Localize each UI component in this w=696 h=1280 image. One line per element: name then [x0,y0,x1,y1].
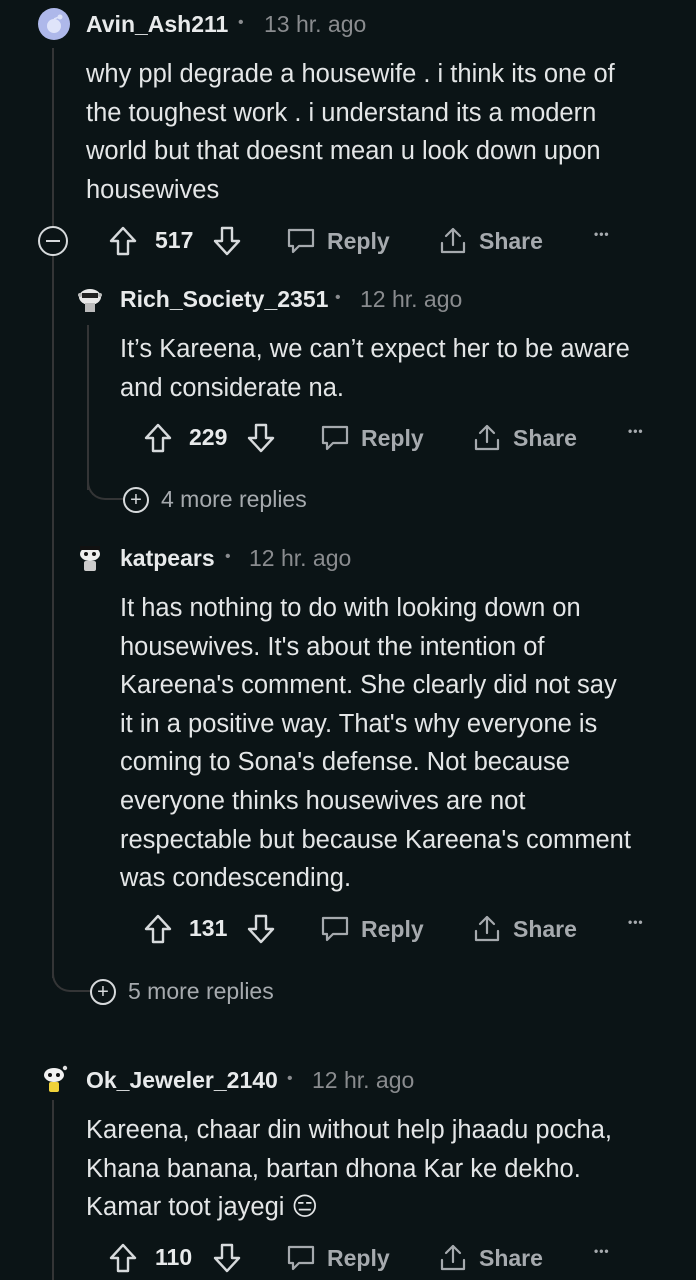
reply-label: Reply [361,915,424,942]
upvote-button[interactable] [108,221,138,261]
thread-line-main [52,48,54,978]
share-button[interactable]: Share [437,1238,543,1278]
upvote-button[interactable] [143,418,173,458]
downvote-button[interactable] [212,221,242,261]
upvote-arrow-icon [144,914,172,944]
vote-count: 131 [189,915,228,941]
downvote-arrow-icon [213,226,241,256]
vote-count: 229 [189,424,228,450]
snoo-avatar-icon [80,546,100,571]
username[interactable]: Ok_Jeweler_2140 [86,1067,278,1094]
comment-body: Kareena, chaar din without help jhaadu p… [86,1116,612,1222]
expand-plus-icon: + [123,486,149,513]
vote-count: 110 [155,1244,193,1270]
more-replies-link[interactable]: + 4 more replies [123,486,307,513]
speech-bubble-icon [321,425,349,451]
reply-label: Reply [327,227,390,254]
comment-actions: 110 Reply Share ••• [0,1238,696,1278]
username[interactable]: Avin_Ash211 [86,11,228,38]
thread-line-reply [87,325,89,490]
upvote-arrow-icon [144,423,172,453]
avatar[interactable] [74,542,106,574]
snoo-avatar-icon [47,14,63,33]
downvote-arrow-icon [213,1243,241,1273]
downvote-button[interactable] [246,909,276,949]
timestamp[interactable]: 12 hr. ago [312,1067,414,1094]
more-options-button[interactable]: ••• [628,915,644,929]
share-label: Share [513,915,577,942]
more-options-button[interactable]: ••• [628,424,644,438]
share-upload-icon [440,1244,466,1271]
share-upload-icon [474,915,500,942]
avatar[interactable] [74,283,106,315]
downvote-button[interactable] [212,1238,242,1278]
comment-body: It has nothing to do with looking down o… [120,594,631,893]
expand-plus-icon: + [90,978,116,1005]
reply-label: Reply [361,424,424,451]
share-button[interactable]: Share [437,221,543,261]
timestamp[interactable]: 13 hr. ago [264,11,366,38]
share-button[interactable]: Share [471,909,577,949]
share-button[interactable]: Share [471,418,577,458]
comment-actions: 517 Reply Share ••• [0,221,696,261]
reply-label: Reply [327,1244,390,1271]
separator-dot: • [238,14,244,31]
share-label: Share [479,227,543,254]
avatar[interactable] [38,1063,70,1095]
speech-bubble-icon [287,1245,315,1271]
comment-body: why ppl degrade a housewife . i think it… [86,60,615,204]
comment-actions: 131 Reply Share ••• [0,909,696,949]
more-options-button[interactable]: ••• [594,1244,610,1258]
username[interactable]: katpears [120,545,215,572]
downvote-button[interactable] [246,418,276,458]
username[interactable]: Rich_Society_2351 [120,286,328,313]
downvote-arrow-icon [247,423,275,453]
comment-actions: 229 Reply Share ••• [0,418,696,458]
timestamp[interactable]: 12 hr. ago [360,286,462,313]
reply-button[interactable]: Reply [285,1238,390,1278]
snoo-avatar-icon [44,1065,68,1092]
speech-bubble-icon [287,228,315,254]
thread-more-replies-link[interactable]: + 5 more replies [90,978,274,1005]
upvote-arrow-icon [109,226,137,256]
share-upload-icon [440,227,466,254]
thread-curve-main [52,960,92,992]
more-options-button[interactable]: ••• [594,227,610,241]
share-label: Share [479,1244,543,1271]
timestamp[interactable]: 12 hr. ago [249,545,351,572]
reply-button[interactable]: Reply [319,418,424,458]
upvote-button[interactable] [108,1238,138,1278]
share-upload-icon [474,424,500,451]
separator-dot: • [225,548,231,565]
reply-button[interactable]: Reply [319,909,424,949]
downvote-arrow-icon [247,914,275,944]
reply-button[interactable]: Reply [285,221,390,261]
upvote-button[interactable] [143,909,173,949]
separator-dot: • [287,1070,293,1087]
avatar[interactable] [38,8,70,40]
more-replies-label: 4 more replies [161,486,307,512]
more-replies-label: 5 more replies [128,978,274,1004]
thread-curve-reply [87,475,125,500]
comment-body: It’s Kareena, we can’t expect her to be … [120,335,630,402]
vote-count: 517 [155,227,194,253]
upvote-arrow-icon [109,1243,137,1273]
snoo-avatar-icon [78,289,102,312]
speech-bubble-icon [321,916,349,942]
share-label: Share [513,424,577,451]
separator-dot: • [335,289,341,306]
